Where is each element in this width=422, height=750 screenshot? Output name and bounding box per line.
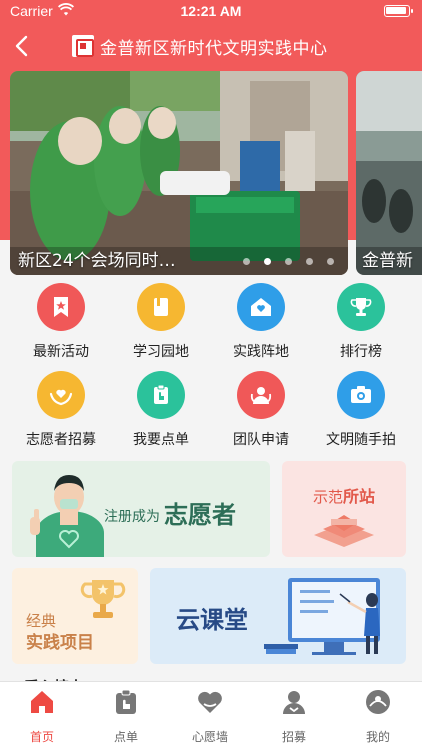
tab-order[interactable]: 点单 [84, 688, 168, 745]
grid-item-team-apply[interactable]: 团队申请 [211, 371, 311, 449]
grid-label: 排行榜 [340, 344, 382, 360]
podium-illustration [314, 515, 374, 547]
nav-title-group: 金普新区新时代文明实践中心 [72, 32, 328, 60]
demo-card-highlight: 所站 [343, 487, 376, 506]
brand-logo-icon [72, 35, 94, 57]
banner-next-caption: 金普新 [362, 251, 413, 271]
project-card-line1: 经典 [26, 612, 57, 630]
banner-caption: 新区24个会场同时… [18, 251, 176, 271]
grid-item-practice-base[interactable]: 实践阵地 [211, 283, 311, 361]
bookmark-star-icon [37, 283, 85, 331]
tab-recruit[interactable]: 招募 [252, 688, 336, 745]
practice-project-card[interactable]: 经典 实践项目 [12, 568, 138, 664]
grid-item-latest-activities[interactable]: 最新活动 [11, 283, 111, 361]
tab-wish-wall[interactable]: 心愿墙 [168, 688, 252, 745]
heart-icon [198, 691, 222, 713]
grid-label: 学习园地 [133, 344, 189, 360]
grid-label: 我要点单 [133, 432, 189, 448]
status-bar: Carrier 12:21 AM [0, 0, 422, 24]
volunteer-illustration [30, 475, 104, 557]
project-card-text: 经典 实践项目 [26, 610, 94, 654]
banner-slide[interactable]: 新区24个会场同时… [10, 71, 348, 275]
grid-item-volunteer-recruit[interactable]: 志愿者招募 [11, 371, 111, 449]
carousel-dot[interactable] [243, 258, 250, 265]
tab-label: 心愿墙 [191, 730, 228, 744]
tab-label: 招募 [281, 730, 306, 744]
project-card-line2: 实践项目 [26, 633, 94, 653]
banner-next-photo [356, 71, 422, 275]
order-icon [116, 689, 136, 714]
tab-label: 我的 [365, 730, 390, 744]
volunteer-card-highlight: 志愿者 [164, 501, 236, 529]
demo-station-card[interactable]: 示范所站 [282, 461, 406, 557]
banner-photo [10, 71, 348, 275]
cloud-classroom-card[interactable]: 云课堂 [150, 568, 406, 664]
battery-icon [384, 5, 413, 17]
demo-card-text: 示范所站 [282, 483, 406, 507]
grid-label: 文明随手拍 [326, 432, 396, 448]
classroom-illustration [264, 578, 380, 655]
tab-label: 首页 [29, 730, 54, 744]
hands-heart-icon [37, 371, 85, 419]
demo-card-prefix: 示范 [312, 488, 343, 506]
camera-icon [337, 371, 385, 419]
grid-label: 团队申请 [233, 432, 289, 448]
tab-bar: 首页 点单 心愿墙 招募 我的 [0, 681, 422, 750]
nav-bar: 金普新区新时代文明实践中心 [0, 28, 422, 64]
back-button[interactable] [8, 28, 38, 64]
app-screen: Carrier 12:21 AM 金普新区新时代文明实践中心 新区24个会场同时… [0, 0, 422, 750]
volunteer-card-prefix: 注册成为 [104, 509, 160, 525]
profile-icon [366, 690, 390, 714]
trophy-icon [337, 283, 385, 331]
grid-item-place-order[interactable]: 我要点单 [111, 371, 211, 449]
volunteer-card-text: 注册成为 志愿者 [104, 495, 236, 530]
carousel-dot-active[interactable] [264, 258, 271, 265]
volunteer-register-card[interactable]: 注册成为 志愿者 [12, 461, 270, 557]
cloud-card-title: 云课堂 [176, 606, 248, 634]
tab-home[interactable]: 首页 [0, 688, 84, 745]
grid-label: 最新活动 [33, 344, 89, 360]
banner-next-slide[interactable]: 金普新 [356, 71, 422, 275]
grid-item-snapshot[interactable]: 文明随手拍 [311, 371, 411, 449]
book-icon [137, 283, 185, 331]
home-icon [31, 691, 53, 713]
chevron-left-icon [15, 35, 28, 57]
carousel-dot[interactable] [285, 258, 292, 265]
house-heart-icon [237, 283, 285, 331]
carousel-dot[interactable] [306, 258, 313, 265]
carousel-dots [243, 258, 334, 265]
carousel-dot[interactable] [327, 258, 334, 265]
team-icon [237, 371, 285, 419]
clipboard-hand-icon [137, 371, 185, 419]
grid-label: 志愿者招募 [26, 432, 96, 448]
grid-item-study-garden[interactable]: 学习园地 [111, 283, 211, 361]
clock: 12:21 AM [180, 3, 242, 19]
grid-item-leaderboard[interactable]: 排行榜 [311, 283, 411, 361]
recruit-icon [283, 691, 305, 714]
grid-label: 实践阵地 [233, 344, 289, 360]
page-title: 金普新区新时代文明实践中心 [100, 38, 328, 59]
tab-label: 点单 [113, 730, 138, 744]
tab-profile[interactable]: 我的 [336, 688, 420, 745]
